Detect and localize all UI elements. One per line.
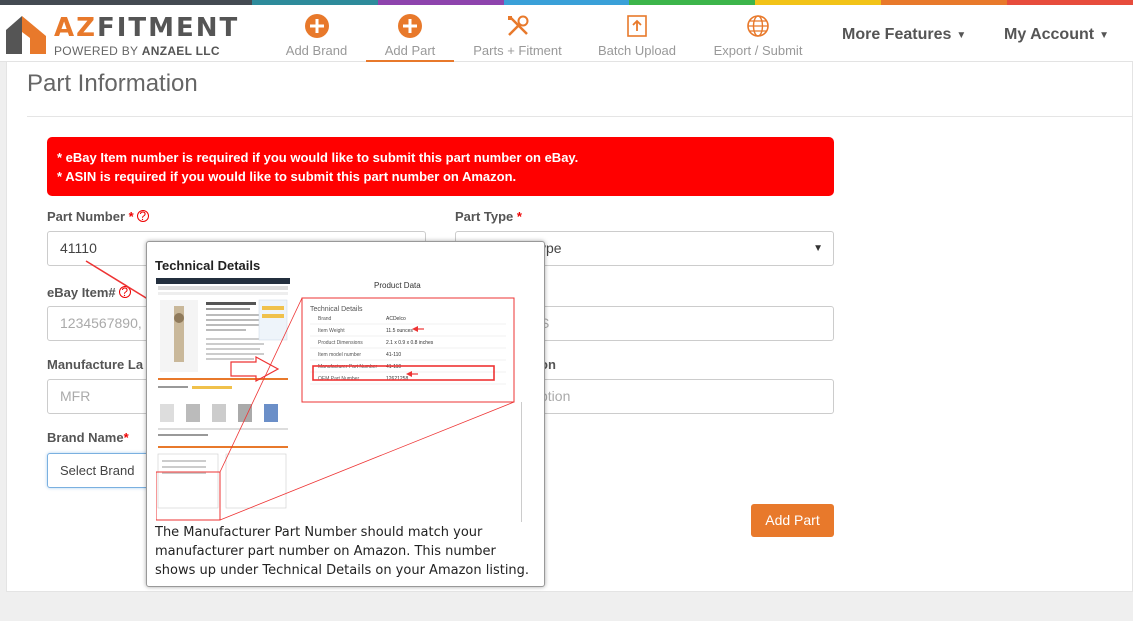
tools-icon [507,15,528,36]
brand-name-label: Brand Name* [47,430,129,445]
app-logo[interactable]: AZFITMENT POWERED BY ANZAEL LLC [6,12,237,60]
technical-details-tooltip: Technical Details Product Data Technical… [146,241,545,587]
more-features-menu[interactable]: More Features ▼ [842,26,966,44]
tech-row-key: Item Weight [318,328,345,334]
tech-row-value: 41-110 [386,352,401,358]
top-navbar: AZFITMENT POWERED BY ANZAEL LLC Add Bran… [0,5,1133,62]
tooltip-description: The Manufacturer Part Number should matc… [155,525,530,578]
tech-row-key: Brand [318,316,332,322]
plus-circle-icon [304,14,329,38]
svg-text:Technical Details: Technical Details [310,306,363,313]
tech-row-key: Manufacturer Part Number [318,364,378,370]
nav-export-submit[interactable]: Export / Submit [711,5,805,62]
tech-row-key: Product Dimensions [318,340,363,346]
caret-down-icon: ▼ [813,243,823,254]
tech-row-value: ACDelco [386,316,406,322]
nav-label: Add Part [384,43,436,58]
part-type-label: Part Type * [455,209,522,224]
nav-label: Batch Upload [597,43,677,58]
tech-row-value: 41-110 [386,364,401,370]
divider [27,116,1132,117]
nav-label: Parts + Fitment [473,43,562,58]
chevron-down-icon: ▼ [1099,30,1109,41]
alert-line: * ASIN is required if you would like to … [57,169,517,184]
nav-add-part[interactable]: Add Part [366,5,454,62]
required-fields-alert: * eBay Item number is required if you wo… [47,137,834,196]
tooltip-title: Technical Details [155,258,261,273]
plus-circle-icon [398,14,422,38]
nav-label: Add Brand [285,43,348,58]
tech-row-key: OEM Part Number [318,376,359,382]
tech-row-value: 2.1 x 0.9 x 0.8 inches [386,340,434,346]
tech-row-value: 12621258 [386,376,408,382]
part-number-label: Part Number *? [47,209,149,224]
alert-line: * eBay Item number is required if you wo… [57,150,579,165]
amazon-listing-screenshot: Product Data Technical Details Brand ACDe… [156,278,526,522]
nav-parts-fitment[interactable]: Parts + Fitment [470,5,565,62]
nav-label: Export / Submit [713,43,803,58]
globe-icon [747,15,769,37]
nav-add-brand[interactable]: Add Brand [279,5,354,62]
logo-wordmark: AZFITMENT [54,13,240,43]
tech-row-value: 11.5 ounces [386,328,413,334]
upload-icon [627,15,647,37]
nav-batch-upload[interactable]: Batch Upload [594,5,680,62]
page-footer-area [0,592,1133,621]
my-account-menu[interactable]: My Account ▼ [1004,26,1109,44]
add-part-button[interactable]: Add Part [751,504,834,537]
chevron-down-icon: ▼ [956,30,967,41]
help-icon[interactable]: ? [136,210,149,222]
tech-row-key: Item model number [318,352,361,358]
logo-icon [6,16,46,54]
svg-text:Product Data: Product Data [374,281,421,290]
logo-tagline: POWERED BY ANZAEL LLC [54,44,220,58]
page-title: Part Information [27,70,198,97]
